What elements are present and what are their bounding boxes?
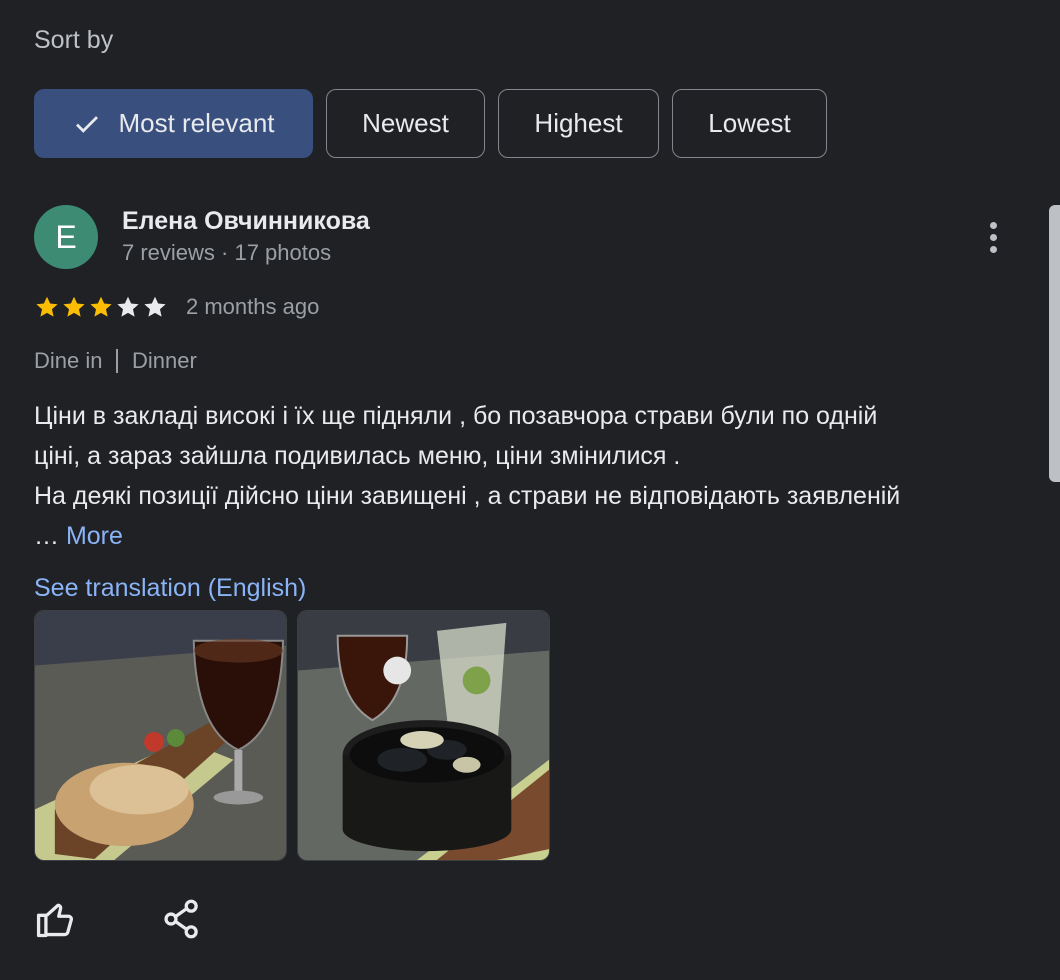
sort-chip-label: Most relevant xyxy=(118,108,275,138)
photo-flatbread-beer xyxy=(35,611,286,860)
review-tags: Dine in Dinner xyxy=(34,348,197,374)
star-icon xyxy=(90,296,112,317)
review-photo-1[interactable] xyxy=(34,610,287,861)
check-icon xyxy=(76,115,99,133)
scrollbar[interactable] xyxy=(1049,205,1060,482)
sort-chip-label: Newest xyxy=(362,108,449,138)
tag-dinner: Dinner xyxy=(131,348,197,373)
thumb-up-icon[interactable] xyxy=(34,897,78,941)
sort-chip-label: Lowest xyxy=(708,108,791,138)
reviewer-meta: 7 reviews · 17 photos xyxy=(122,240,332,265)
star-icon xyxy=(36,296,58,317)
avatar[interactable]: E xyxy=(34,205,98,269)
more-link[interactable]: More xyxy=(66,522,123,550)
tag-dine-in: Dine in xyxy=(34,348,103,373)
photo-mussels-beer xyxy=(298,611,549,860)
star-rating xyxy=(34,294,169,320)
sort-chip-lowest[interactable]: Lowest xyxy=(672,89,827,158)
review-text: Ціни в закладі високі і їх ще підняли , … xyxy=(34,396,1034,556)
share-icon[interactable] xyxy=(160,897,204,941)
review-time: 2 months ago xyxy=(186,294,320,319)
reviewer-name[interactable]: Елена Овчинникова xyxy=(122,207,370,236)
sort-chip-label: Highest xyxy=(534,108,623,138)
sort-title: Sort by xyxy=(34,26,114,54)
star-icon xyxy=(117,296,139,317)
review-text-line: На деякі позиції дійсно ціни завищені , … xyxy=(34,482,901,510)
see-translation-link[interactable]: See translation (English) xyxy=(34,574,306,603)
more-vert-icon[interactable] xyxy=(975,215,1011,259)
ellipsis: … xyxy=(34,522,59,550)
sort-options: Most relevant Newest Highest Lowest xyxy=(34,89,840,158)
star-icon xyxy=(144,296,166,317)
review-text-line: ціні, а зараз зайшла подивилась меню, ці… xyxy=(34,442,681,470)
sort-chip-most-relevant[interactable]: Most relevant xyxy=(34,89,313,158)
review-text-line: Ціни в закладі високі і їх ще підняли , … xyxy=(34,402,878,430)
review-photo-2[interactable] xyxy=(297,610,550,861)
tag-divider xyxy=(116,349,118,373)
sort-chip-highest[interactable]: Highest xyxy=(498,89,659,158)
sort-chip-newest[interactable]: Newest xyxy=(326,89,485,158)
star-icon xyxy=(63,296,85,317)
